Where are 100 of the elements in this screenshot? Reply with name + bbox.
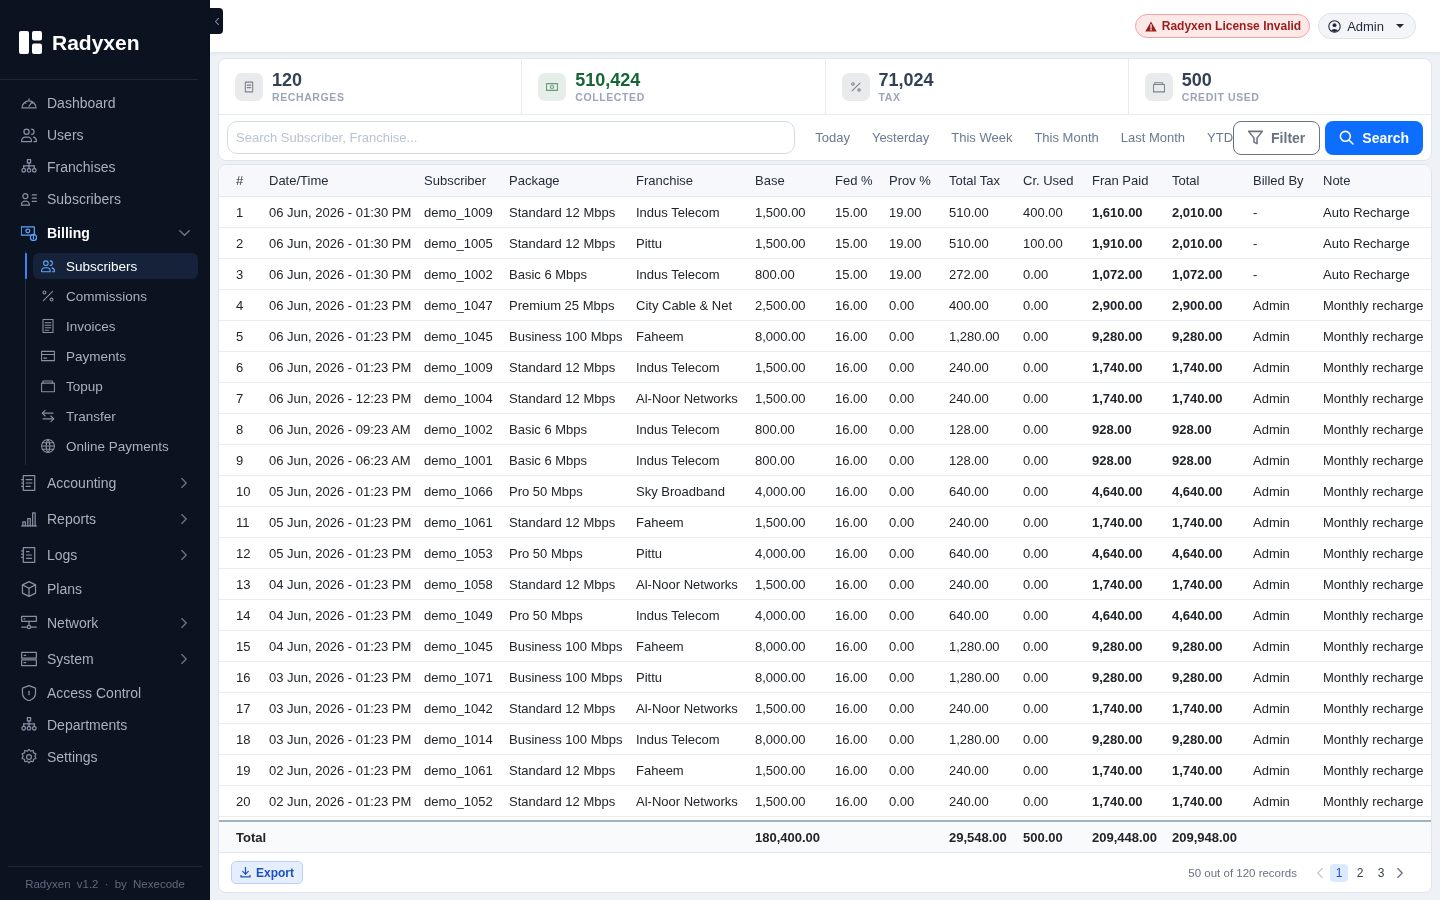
- table-cell: Admin: [1243, 506, 1313, 538]
- column-header: Franchise: [626, 165, 745, 197]
- nav-item[interactable]: Users: [11, 119, 198, 151]
- table-cell: demo_1002: [414, 258, 499, 290]
- table-cell: 0.00: [1013, 289, 1082, 321]
- table-cell: Standard 12 Mbps: [499, 754, 626, 786]
- table-cell: 4,640.00: [1082, 599, 1162, 631]
- table-cell: 1,280.00: [939, 723, 1013, 755]
- column-header: Base: [745, 165, 825, 197]
- table-cell: 272.00: [939, 258, 1013, 290]
- percent-icon: [41, 289, 55, 303]
- date-range-link[interactable]: Yesterday: [871, 130, 930, 145]
- page-button[interactable]: 1: [1330, 863, 1348, 882]
- nav-subitem[interactable]: Transfer: [33, 403, 198, 429]
- table-cell: Indus Telecom: [626, 258, 745, 290]
- table-cell: demo_1004: [414, 382, 499, 414]
- table-cell: demo_1045: [414, 630, 499, 662]
- nav-item[interactable]: Network: [11, 605, 198, 641]
- hierarchy-icon: [21, 159, 37, 175]
- table-cell: 128.00: [939, 413, 1013, 445]
- table-cell: Monthly recharge: [1313, 413, 1431, 445]
- nav-subitem[interactable]: Commissions: [33, 283, 198, 309]
- search-button[interactable]: Search: [1325, 120, 1423, 155]
- table-cell: 1,740.00: [1082, 382, 1162, 414]
- user-menu-button[interactable]: Admin: [1318, 13, 1416, 39]
- table-cell: 0.00: [879, 723, 939, 755]
- table-cell: 0.00: [879, 351, 939, 383]
- nav-item[interactable]: Dashboard: [11, 87, 198, 119]
- table-cell: Premium 25 Mbps: [499, 289, 626, 321]
- table-cell: Monthly recharge: [1313, 692, 1431, 724]
- nav-item[interactable]: Access Control: [11, 677, 198, 709]
- date-range-link[interactable]: This Week: [951, 130, 1013, 145]
- page-button[interactable]: 3: [1372, 863, 1390, 882]
- arrows-icon: [41, 409, 55, 423]
- table-cell: Monthly recharge: [1313, 382, 1431, 414]
- table-cell: 04 Jun, 2026 - 01:23 PM: [259, 630, 414, 662]
- table-cell: 240.00: [939, 785, 1013, 817]
- nav-subitem[interactable]: Invoices: [33, 313, 198, 339]
- nav-item[interactable]: Franchises: [11, 151, 198, 183]
- table-cell: 16.00: [825, 754, 879, 786]
- collapse-sidebar-button[interactable]: [210, 8, 223, 34]
- nav-subitem[interactable]: Payments: [33, 343, 198, 369]
- column-header: Subscriber: [414, 165, 499, 197]
- nav-item[interactable]: Accounting: [11, 465, 198, 501]
- table-cell: 8: [219, 413, 259, 445]
- nav-item[interactable]: Logs: [11, 537, 198, 573]
- table-cell: 03 Jun, 2026 - 01:23 PM: [259, 692, 414, 724]
- box-icon: [21, 581, 37, 597]
- table-cell: demo_1061: [414, 506, 499, 538]
- table-cell: 2,500.00: [745, 289, 825, 321]
- search-field[interactable]: Search Subscriber, Franchise...: [227, 121, 796, 154]
- search-icon: [1339, 130, 1355, 145]
- table-cell: 1,740.00: [1162, 785, 1243, 817]
- date-range-link[interactable]: This Month: [1034, 130, 1099, 145]
- nav-item[interactable]: System: [11, 641, 198, 677]
- table-cell: 18: [219, 723, 259, 755]
- table-cell: Auto Recharge: [1313, 196, 1431, 228]
- filter-button[interactable]: Filter: [1233, 120, 1321, 155]
- document-icon: [41, 319, 55, 333]
- table-cell: 0.00: [1013, 258, 1082, 290]
- table-cell: 4: [219, 289, 259, 321]
- table-cell: Faheem: [626, 630, 745, 662]
- table-cell: Indus Telecom: [626, 413, 745, 445]
- date-range-link[interactable]: Last Month: [1120, 130, 1186, 145]
- table-cell: 2,010.00: [1162, 227, 1243, 259]
- globe-icon: [41, 439, 55, 453]
- table-cell: 16.00: [825, 413, 879, 445]
- table-cell: 240.00: [939, 351, 1013, 383]
- table-cell: 1,740.00: [1082, 692, 1162, 724]
- table-cell: 0.00: [1013, 754, 1082, 786]
- table-cell: Auto Recharge: [1313, 227, 1431, 259]
- shield-icon: [21, 685, 37, 701]
- table-cell: Standard 12 Mbps: [499, 692, 626, 724]
- nav-item[interactable]: Billing: [11, 215, 198, 251]
- nav-item[interactable]: Settings: [11, 741, 198, 773]
- date-range-link[interactable]: Today: [815, 130, 850, 145]
- table-cell: 16.00: [825, 630, 879, 662]
- nav-subitem[interactable]: Online Payments: [33, 433, 198, 459]
- table-cell: 11: [219, 506, 259, 538]
- table-cell: 0.00: [1013, 568, 1082, 600]
- page-button[interactable]: 2: [1351, 863, 1369, 882]
- nav-item[interactable]: Departments: [11, 709, 198, 741]
- nav-subitem[interactable]: Subscribers: [33, 253, 198, 279]
- total-value: 500.00: [1023, 829, 1063, 845]
- export-button[interactable]: Export: [231, 861, 303, 884]
- nav-subitem[interactable]: Topup: [33, 373, 198, 399]
- table-cell: Admin: [1243, 320, 1313, 352]
- table-cell: 1,280.00: [939, 630, 1013, 662]
- table-cell: 9,280.00: [1162, 723, 1243, 755]
- column-header: Cr. Used: [1013, 165, 1082, 197]
- table-cell: 20: [219, 785, 259, 817]
- hierarchy-icon: [21, 717, 37, 733]
- date-range-link[interactable]: YTD: [1207, 130, 1234, 145]
- column-header: Fed %: [825, 165, 879, 197]
- nav-item[interactable]: Plans: [11, 573, 198, 605]
- table-cell: Admin: [1243, 568, 1313, 600]
- nav-item[interactable]: Subscribers: [11, 183, 198, 215]
- users-icon: [21, 127, 37, 143]
- nav-item[interactable]: Reports: [11, 501, 198, 537]
- table-cell: demo_1005: [414, 227, 499, 259]
